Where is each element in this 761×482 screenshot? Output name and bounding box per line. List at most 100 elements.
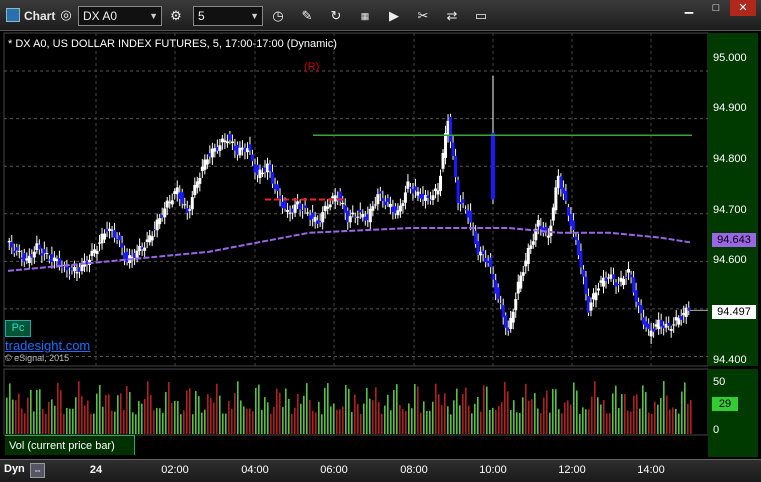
volume-badge[interactable]: Vol (current price bar): [5, 435, 135, 455]
volume-bar: [360, 413, 362, 434]
volume-bar: [435, 383, 437, 434]
volume-bar: [441, 405, 443, 434]
candle-body: [118, 235, 122, 241]
volume-bar: [291, 414, 293, 434]
volume-bar: [204, 409, 206, 434]
volume-bar: [6, 397, 8, 434]
volume-bar: [474, 403, 476, 434]
volume-bar: [282, 407, 284, 434]
volume-bar: [477, 396, 479, 434]
volume-bar: [66, 407, 68, 434]
volume-bar: [393, 389, 395, 434]
volume-bar: [63, 414, 65, 434]
candle-body: [271, 171, 275, 184]
candle-body: [371, 206, 375, 211]
volume-bar: [666, 395, 668, 434]
candle-body: [378, 191, 382, 194]
candle-body: [293, 204, 297, 213]
volume-bar: [81, 396, 83, 434]
candle-body: [218, 145, 222, 151]
candle-body: [32, 251, 36, 258]
volume-bar: [315, 412, 317, 434]
volume-bar: [12, 399, 14, 434]
volume-bar: [330, 406, 332, 434]
volume-bar: [123, 409, 125, 434]
current-price-tag: 94.497: [712, 305, 756, 319]
candle-body: [288, 212, 292, 214]
volume-bar: [303, 395, 305, 434]
volume-bar: [24, 413, 26, 434]
volume-bar: [459, 405, 461, 434]
volume-bar: [120, 393, 122, 434]
candle-body: [449, 116, 453, 142]
volume-bar: [207, 394, 209, 434]
volume-bar: [276, 388, 278, 434]
time-label-1200: 12:00: [558, 464, 586, 476]
pc-badge[interactable]: Pc: [5, 320, 31, 337]
candle-body: [42, 249, 46, 254]
chart-canvas[interactable]: [0, 0, 761, 481]
volume-bar: [531, 399, 533, 434]
volume-bar: [522, 397, 524, 434]
candle-body: [170, 200, 174, 205]
price-label-94700: 94.700: [713, 204, 747, 216]
volume-bar: [195, 391, 197, 434]
volume-bar: [642, 385, 644, 434]
candle-body: [328, 204, 332, 208]
volume-bar: [648, 412, 650, 434]
volume-bar: [564, 402, 566, 434]
price-panel: [3, 32, 709, 367]
candle-body: [10, 241, 14, 248]
volume-bar: [375, 387, 377, 434]
volume-bar: [261, 409, 263, 434]
candle-body: [250, 154, 254, 162]
volume-bar: [537, 408, 539, 434]
candle-body: [150, 236, 154, 241]
time-axis-bar: Dyn ⇔ 24 02:00 04:00 06:00 08:00 10:00 1…: [0, 459, 761, 482]
candle-body: [647, 323, 651, 329]
volume-bar: [201, 412, 203, 434]
candle-body: [15, 247, 19, 251]
candle-body-spike: [491, 132, 495, 200]
candle-body: [180, 192, 184, 204]
candle-body: [113, 230, 117, 238]
candle-body: [37, 244, 41, 250]
volume-bar: [588, 409, 590, 434]
volume-bar: [84, 405, 86, 434]
candle-body: [624, 276, 628, 278]
volume-bar: [405, 411, 407, 434]
volume-bar: [252, 411, 254, 434]
volume-bar: [132, 412, 134, 434]
candle-body: [356, 216, 360, 218]
volume-bar: [180, 414, 182, 434]
volume-bar: [273, 406, 275, 434]
volume-bar: [351, 411, 353, 434]
volume-bar: [288, 398, 290, 434]
volume-bar: [57, 382, 59, 434]
volume-bar: [381, 413, 383, 434]
volume-bar: [96, 393, 98, 434]
candle-body: [75, 272, 79, 274]
volume-bar: [468, 405, 470, 434]
volume-label-50: 50: [713, 376, 726, 388]
candle-body: [17, 250, 21, 252]
candle-body: [341, 202, 345, 205]
volume-bar: [333, 403, 335, 434]
tradesight-link[interactable]: tradesight.com: [5, 338, 90, 353]
volume-bar: [387, 394, 389, 434]
candle-body: [669, 328, 673, 331]
candle-body: [386, 198, 390, 202]
candle-body: [120, 242, 124, 248]
candle-body: [286, 210, 290, 212]
volume-bar: [417, 386, 419, 434]
candle-body: [301, 209, 305, 212]
mode-label[interactable]: Dyn: [4, 463, 25, 475]
volume-bar: [432, 401, 434, 434]
volume-bar: [312, 410, 314, 434]
volume-bar: [318, 401, 320, 434]
scale-icon[interactable]: ⇔: [30, 463, 45, 478]
candle-body: [383, 201, 387, 206]
volume-bar: [426, 411, 428, 434]
volume-bar: [690, 399, 692, 434]
volume-bar: [669, 409, 671, 434]
